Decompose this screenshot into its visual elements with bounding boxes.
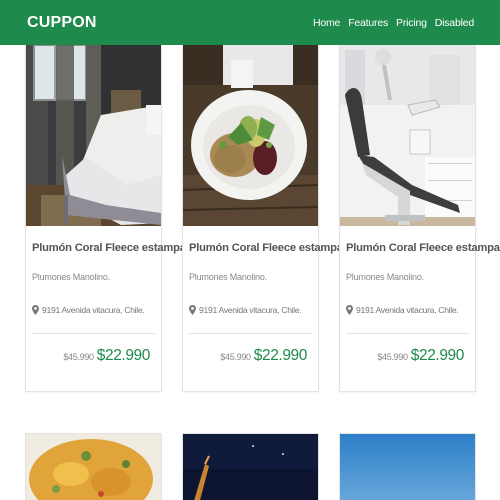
product-image-bedroom[interactable] bbox=[26, 45, 161, 226]
price-block: $45.990 $22.990 bbox=[220, 347, 307, 365]
product-image-night[interactable] bbox=[182, 433, 319, 500]
product-title[interactable]: Plumón Coral Fleece estampado bbox=[346, 242, 500, 254]
product-subtitle: Plumones Manolino. bbox=[32, 272, 110, 282]
location-pin-icon bbox=[32, 305, 39, 315]
divider bbox=[346, 333, 469, 334]
nav-link-home[interactable]: Home bbox=[313, 17, 340, 29]
product-subtitle: Plumones Manolino. bbox=[189, 272, 267, 282]
brand-logo[interactable]: CUPPON bbox=[27, 14, 97, 32]
product-card[interactable]: Plumón Coral Fleece estampado Plumones M… bbox=[182, 45, 356, 392]
product-image-sky[interactable] bbox=[339, 433, 476, 500]
address-text: 9191 Avenida vitacura, Chile. bbox=[42, 305, 145, 315]
product-image-pasta[interactable] bbox=[25, 433, 162, 500]
product-card[interactable]: Plumón Coral Fleece estampado Plumones M… bbox=[339, 45, 500, 392]
new-price: $22.990 bbox=[253, 347, 308, 364]
product-address: 9191 Avenida vitacura, Chile. bbox=[189, 305, 302, 315]
product-address: 9191 Avenida vitacura, Chile. bbox=[346, 305, 459, 315]
old-price: $45.990 bbox=[220, 352, 251, 362]
nav-link-pricing[interactable]: Pricing bbox=[396, 17, 427, 29]
product-title[interactable]: Plumón Coral Fleece estampado bbox=[189, 242, 356, 254]
product-subtitle: Plumones Manolino. bbox=[346, 272, 424, 282]
price-block: $45.990 $22.990 bbox=[63, 347, 150, 365]
nav-link-disabled[interactable]: Disabled bbox=[435, 17, 474, 29]
location-pin-icon bbox=[346, 305, 353, 315]
product-image-dental-chair[interactable] bbox=[340, 45, 475, 226]
divider bbox=[189, 333, 312, 334]
divider bbox=[32, 333, 155, 334]
old-price: $45.990 bbox=[63, 352, 94, 362]
nav-link-features[interactable]: Features bbox=[348, 17, 388, 29]
product-address: 9191 Avenida vitacura, Chile. bbox=[32, 305, 145, 315]
product-image-salad[interactable] bbox=[183, 45, 318, 226]
address-text: 9191 Avenida vitacura, Chile. bbox=[199, 305, 302, 315]
product-title[interactable]: Plumón Coral Fleece estampado bbox=[32, 242, 199, 254]
product-card[interactable]: Plumón Coral Fleece estampado Plumones M… bbox=[25, 45, 199, 392]
address-text: 9191 Avenida vitacura, Chile. bbox=[356, 305, 459, 315]
location-pin-icon bbox=[189, 305, 196, 315]
price-block: $45.990 $22.990 bbox=[377, 347, 464, 365]
nav-links: Home Features Pricing Disabled bbox=[313, 17, 474, 29]
old-price: $45.990 bbox=[377, 352, 408, 362]
top-navbar: CUPPON Home Features Pricing Disabled bbox=[0, 0, 500, 45]
new-price: $22.990 bbox=[96, 347, 151, 364]
new-price: $22.990 bbox=[410, 347, 465, 364]
